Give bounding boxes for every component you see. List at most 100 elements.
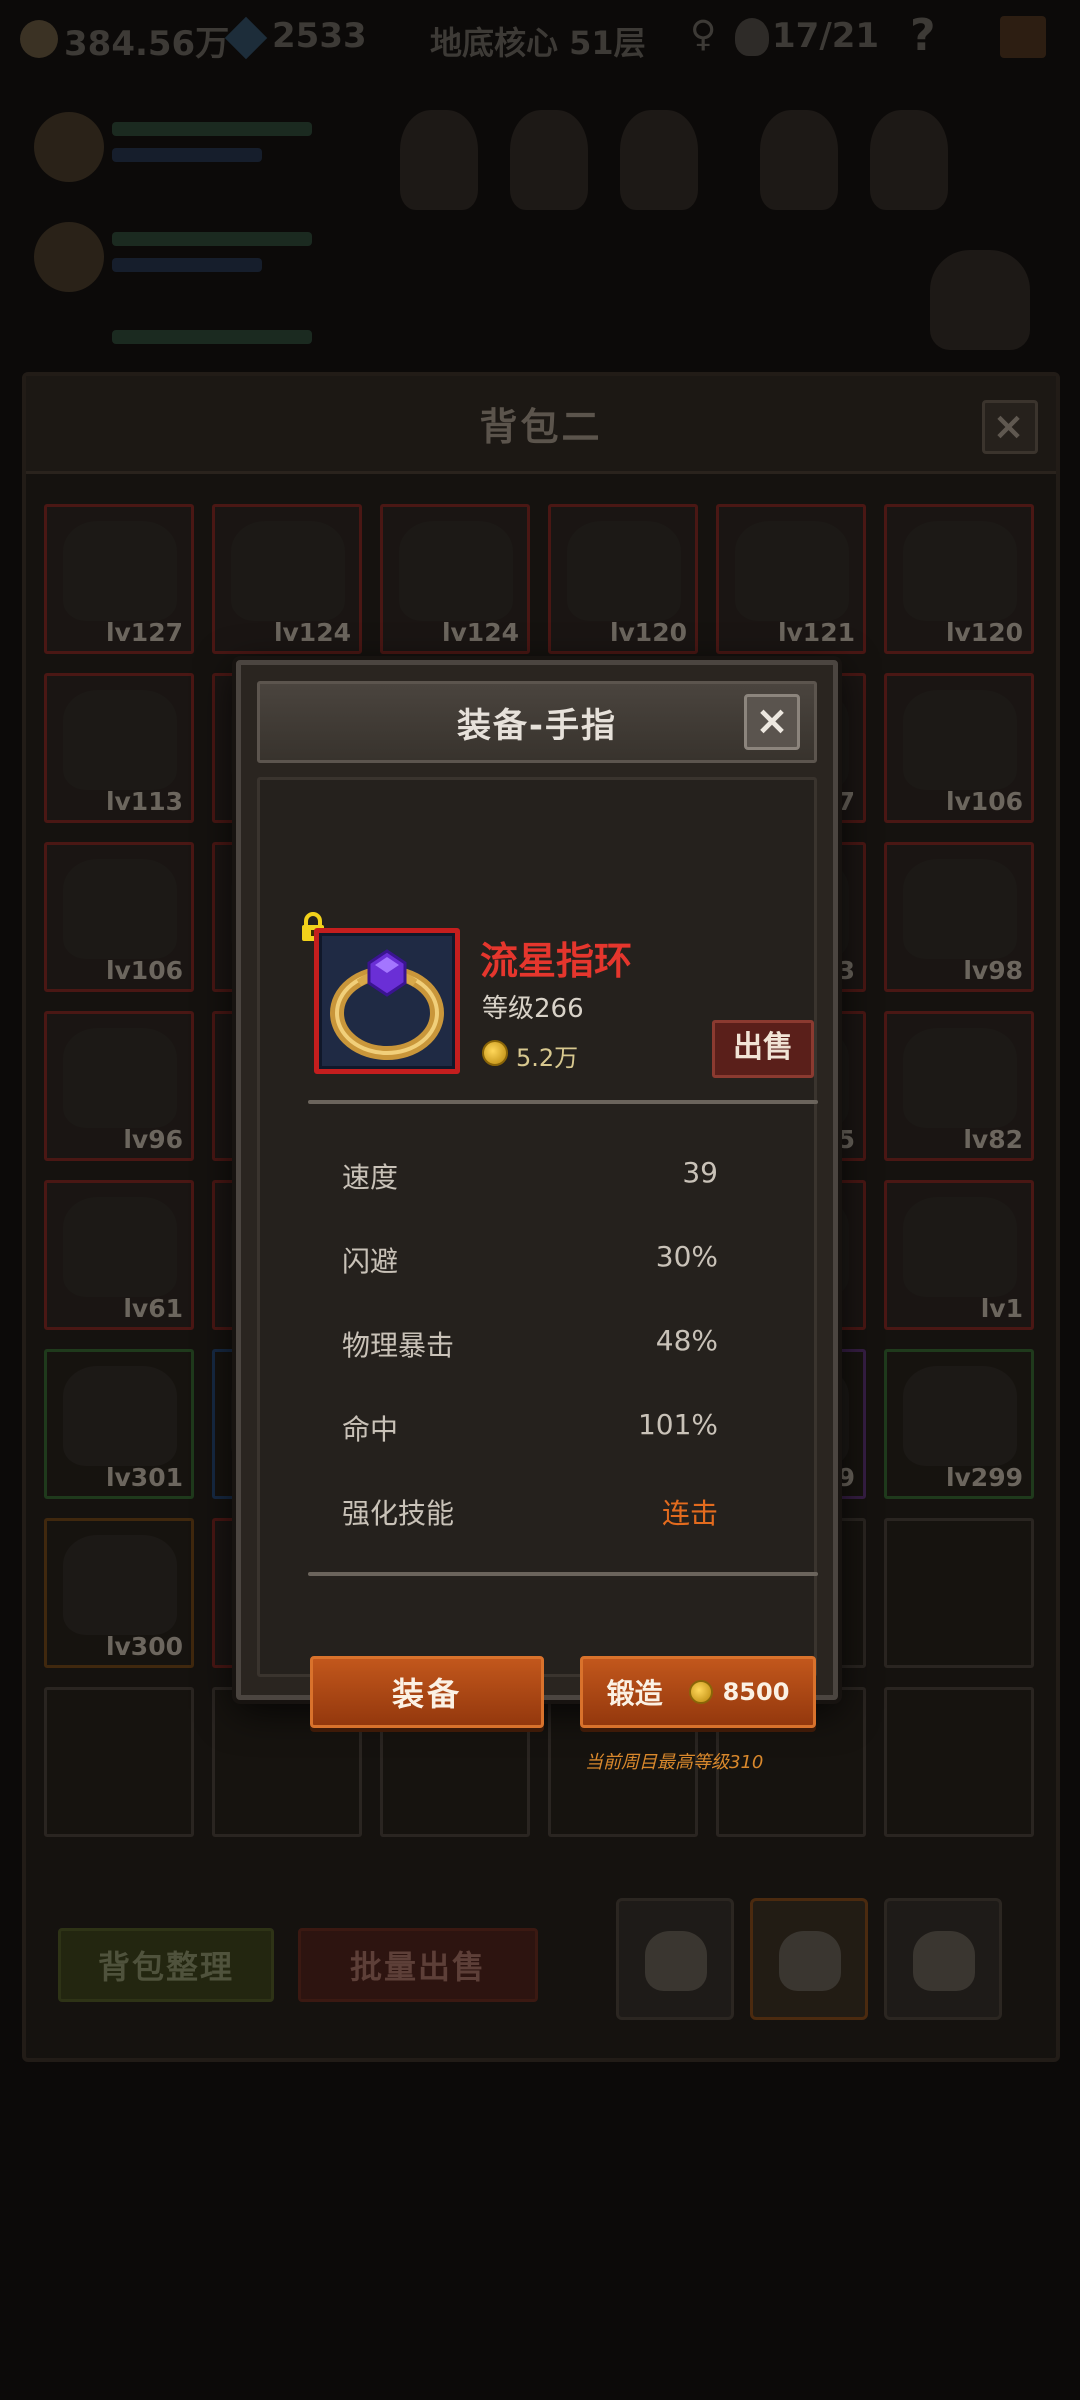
stat-label: 命中 — [342, 1413, 399, 1446]
hero-hp-bar — [112, 232, 312, 246]
hero-mp-bar — [112, 258, 262, 272]
backpack-close-button[interactable]: × — [982, 400, 1038, 454]
forge-cost: 8500 — [722, 1678, 790, 1706]
gift-icon[interactable] — [1000, 16, 1046, 58]
inventory-slot[interactable]: lv301 — [44, 1349, 194, 1499]
item-level-label: lv113 — [105, 787, 183, 816]
item-level-label: 7 — [837, 787, 855, 816]
stat-value: 48% — [655, 1324, 718, 1357]
inventory-slot[interactable]: lv61 — [44, 1180, 194, 1330]
coin-icon — [688, 1680, 713, 1704]
item-level-label: lv1 — [980, 1294, 1023, 1323]
equipment-icon — [903, 690, 1017, 790]
hero-mp-bar — [112, 148, 262, 162]
inventory-slot[interactable]: lv120 — [548, 504, 698, 654]
stat-value: 39 — [682, 1156, 718, 1189]
equipment-icon — [903, 1366, 1017, 1466]
item-level-label: lv106 — [105, 956, 183, 985]
item-level: 等级266 — [482, 994, 584, 1024]
help-button[interactable]: ? — [910, 10, 936, 61]
forge-button-label: 锻造 — [606, 1677, 663, 1710]
ring-icon — [330, 949, 444, 1060]
key-icon: ♀ — [690, 14, 717, 55]
equipment-icon — [903, 859, 1017, 959]
enhanced-skill-value: 连击 — [661, 1497, 718, 1530]
stat-label: 闪避 — [342, 1245, 399, 1278]
gold-amount: 384.56万 — [64, 24, 230, 64]
max-level-note: 当前周目最高等级310 — [585, 1752, 764, 1773]
inventory-slot[interactable]: lv106 — [884, 673, 1034, 823]
backpack-title: 背包二 — [479, 405, 603, 449]
skull-icon — [735, 18, 769, 56]
sort-bag-button[interactable]: 背包整理 — [58, 1928, 274, 2002]
inventory-slot[interactable] — [44, 1687, 194, 1837]
modal-header: 装备-手指 × — [257, 681, 817, 763]
coin-icon — [482, 1040, 508, 1066]
inventory-slot[interactable]: lv1 — [884, 1180, 1034, 1330]
inventory-slot[interactable]: lv124 — [380, 504, 530, 654]
top-hud: 384.56万 2533 地底核心 51层 ♀ 17/21 ? — [0, 0, 1080, 80]
equipment-icon — [399, 521, 513, 621]
inventory-slot[interactable] — [884, 1687, 1034, 1837]
stat-label: 强化技能 — [342, 1497, 455, 1530]
equip-button[interactable]: 装备 — [310, 1656, 544, 1728]
forge-button[interactable]: 锻造 8500 — [580, 1656, 816, 1728]
inventory-slot[interactable]: lv300 — [44, 1518, 194, 1668]
inventory-slot[interactable]: lv127 — [44, 504, 194, 654]
inventory-slot[interactable]: lv121 — [716, 504, 866, 654]
stat-value: 30% — [655, 1240, 718, 1273]
inventory-slot[interactable]: lv98 — [884, 842, 1034, 992]
hero-hp-bar — [112, 330, 312, 344]
equipment-icon — [903, 1197, 1017, 1297]
bag-icon — [779, 1931, 841, 1991]
hero-hp-bar — [112, 122, 312, 136]
inventory-slot[interactable]: lv113 — [44, 673, 194, 823]
bag-icon — [913, 1931, 975, 1991]
item-price: 5.2万 — [516, 1044, 579, 1072]
inventory-slot[interactable]: lv120 — [884, 504, 1034, 654]
stat-value: 101% — [637, 1408, 718, 1441]
bag-tab-2[interactable] — [750, 1898, 868, 2020]
item-level-label: lv127 — [105, 618, 183, 647]
gem-amount: 2533 — [272, 16, 367, 56]
item-name: 流星指环 — [480, 939, 633, 983]
equipment-icon — [63, 521, 177, 621]
enemy-sprite — [400, 110, 478, 210]
item-level-label: lv98 — [963, 956, 1023, 985]
hero-portrait — [34, 112, 104, 182]
equipment-icon — [903, 521, 1017, 621]
enemy-sprite — [510, 110, 588, 210]
item-level-label: lv106 — [945, 787, 1023, 816]
bulk-sell-button[interactable]: 批量出售 — [298, 1928, 538, 2002]
modal-close-button[interactable]: × — [744, 694, 800, 750]
modal-title: 装备-手指 — [456, 705, 618, 746]
item-level-label: lv120 — [609, 618, 687, 647]
item-level-label: lv120 — [945, 618, 1023, 647]
gem-icon — [224, 16, 268, 60]
item-level-label: lv300 — [105, 1632, 183, 1661]
modal-body: 流星指环 等级266 5.2万 出售 速度 39 闪避 30% 物理暴击 48%… — [257, 777, 818, 1773]
bag-tab-1[interactable] — [616, 1898, 734, 2020]
gold-coin-icon — [20, 20, 58, 58]
item-level-label: lv82 — [963, 1125, 1023, 1154]
inventory-slot[interactable]: lv82 — [884, 1011, 1034, 1161]
equipment-icon — [63, 1197, 177, 1297]
sell-button[interactable]: 出售 — [712, 1020, 814, 1078]
item-icon-frame[interactable] — [314, 928, 460, 1074]
inventory-slot[interactable]: lv96 — [44, 1011, 194, 1161]
divider — [308, 1100, 818, 1104]
equipment-icon — [63, 1366, 177, 1466]
bag-tab-3[interactable] — [884, 1898, 1002, 2020]
item-level-label: lv121 — [777, 618, 855, 647]
inventory-slot[interactable]: lv106 — [44, 842, 194, 992]
item-level-label: 3 — [837, 956, 855, 985]
enemy-sprite — [620, 110, 698, 210]
equipment-icon — [567, 521, 681, 621]
inventory-slot[interactable] — [884, 1518, 1034, 1668]
divider — [308, 1572, 818, 1576]
enemy-sprite — [760, 110, 838, 210]
inventory-slot[interactable]: lv299 — [884, 1349, 1034, 1499]
inventory-slot[interactable]: lv124 — [212, 504, 362, 654]
item-level-label: lv299 — [945, 1463, 1023, 1492]
equipment-icon — [231, 521, 345, 621]
